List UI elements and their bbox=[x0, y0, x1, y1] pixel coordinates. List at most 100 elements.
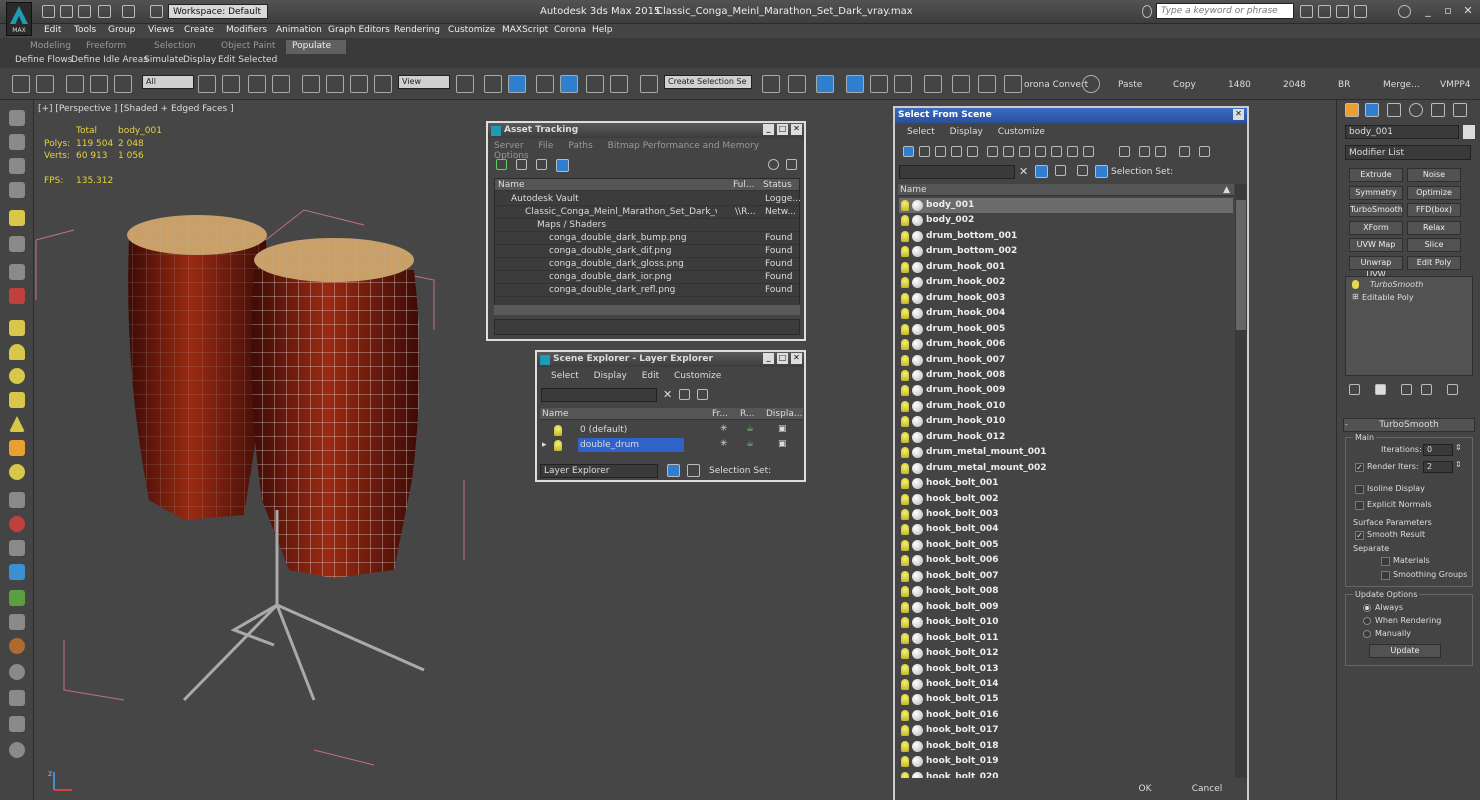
display-icon[interactable] bbox=[9, 664, 25, 680]
corona-convert-button[interactable]: orona Convert bbox=[1024, 80, 1088, 90]
scrollbar-thumb[interactable] bbox=[1236, 200, 1246, 330]
find-icon[interactable] bbox=[679, 389, 690, 400]
help-icon[interactable] bbox=[9, 742, 25, 758]
refresh-icon[interactable] bbox=[496, 159, 507, 170]
ribbon-tab-freeform[interactable]: Freeform bbox=[80, 40, 132, 54]
render-iters-checkbox[interactable]: ✓ bbox=[1355, 463, 1364, 472]
copy-button[interactable]: Copy bbox=[1173, 80, 1196, 90]
merge-button[interactable]: Merge... bbox=[1383, 80, 1420, 90]
material-icon[interactable] bbox=[9, 638, 25, 654]
object-name-field[interactable]: body_001 bbox=[1345, 125, 1459, 139]
workspace-dropdown[interactable]: Workspace: Default bbox=[168, 4, 268, 19]
update-when-rendering-radio[interactable] bbox=[1363, 617, 1371, 625]
simulate-button[interactable]: Simulate bbox=[142, 55, 186, 67]
menu-rendering[interactable]: Rendering bbox=[394, 25, 440, 35]
spinner-arrows-icon[interactable]: ⇕ bbox=[1455, 443, 1462, 452]
vault-icon[interactable] bbox=[786, 159, 797, 170]
search-input[interactable]: Type a keyword or phrase bbox=[1156, 3, 1294, 19]
dome-primitive-icon[interactable] bbox=[9, 344, 25, 360]
favorites-icon[interactable] bbox=[1354, 5, 1367, 18]
object-list-item[interactable]: drum_hook_008 bbox=[899, 368, 1233, 383]
hidden-filter-icon[interactable] bbox=[1083, 146, 1094, 157]
menu-modifiers[interactable]: Modifiers bbox=[226, 25, 267, 35]
edit-selected-button[interactable]: Edit Selected bbox=[216, 55, 279, 67]
menu-corona[interactable]: Corona bbox=[554, 25, 586, 35]
asset-browser-icon[interactable] bbox=[9, 182, 25, 198]
table-view-icon[interactable] bbox=[556, 159, 569, 172]
menu-server[interactable]: Server bbox=[494, 141, 524, 151]
sync-selection-icon[interactable] bbox=[1179, 146, 1190, 157]
window-crossing-icon[interactable] bbox=[272, 75, 290, 93]
selection-filter-dropdown[interactable]: All bbox=[142, 75, 194, 89]
undo-icon[interactable] bbox=[12, 75, 30, 93]
expand-icon[interactable] bbox=[1142, 5, 1152, 18]
stack-item-turbosmooth[interactable]: TurboSmooth bbox=[1370, 280, 1423, 289]
object-color-swatch[interactable] bbox=[1463, 125, 1475, 139]
snaps-toggle-icon[interactable] bbox=[536, 75, 554, 93]
render-icon[interactable] bbox=[9, 288, 25, 304]
lights-filter-icon[interactable] bbox=[935, 146, 946, 157]
asset-row[interactable]: conga_double_dark_gloss.png Found bbox=[495, 258, 799, 271]
modifier-button[interactable]: Slice bbox=[1407, 238, 1461, 253]
link-icon[interactable] bbox=[66, 75, 84, 93]
toggle-ribbon-icon[interactable] bbox=[846, 75, 864, 93]
col-render[interactable]: R... bbox=[740, 409, 755, 419]
make-unique-icon[interactable] bbox=[1401, 384, 1412, 395]
scene-explorer-search[interactable] bbox=[541, 388, 657, 402]
render-teapot-icon[interactable]: ☕ bbox=[746, 439, 754, 449]
configure-sets-icon[interactable] bbox=[1447, 384, 1458, 395]
object-list-item[interactable]: hook_bolt_012 bbox=[899, 646, 1233, 661]
horizontal-scrollbar[interactable] bbox=[494, 305, 800, 315]
modifier-list-dropdown[interactable]: Modifier List bbox=[1345, 145, 1471, 160]
bind-space-warp-icon[interactable] bbox=[114, 75, 132, 93]
hierarchy-tab-icon[interactable] bbox=[1387, 103, 1401, 117]
edit-named-selection-icon[interactable] bbox=[640, 75, 658, 93]
undo-icon[interactable] bbox=[98, 5, 111, 18]
object-list-item[interactable]: drum_hook_010 bbox=[899, 414, 1233, 429]
object-list-item[interactable]: body_002 bbox=[899, 213, 1233, 228]
new-file-icon[interactable] bbox=[42, 5, 55, 18]
col-display[interactable]: Displa... bbox=[766, 409, 802, 419]
bone-icon[interactable] bbox=[9, 516, 25, 532]
object-list-item[interactable]: body_001 bbox=[899, 198, 1233, 213]
resolution-1480-button[interactable]: 1480 bbox=[1228, 80, 1251, 90]
menu-edit[interactable]: Edit bbox=[642, 371, 659, 381]
open-file-icon[interactable] bbox=[60, 5, 73, 18]
object-list-item[interactable]: drum_hook_007 bbox=[899, 353, 1233, 368]
maxscript-icon[interactable] bbox=[9, 716, 25, 732]
maximize-button[interactable]: ▫ bbox=[1440, 4, 1456, 18]
app-menu-button[interactable]: MAX bbox=[6, 2, 32, 36]
filter-options-icon[interactable] bbox=[1199, 146, 1210, 157]
sun-light-icon[interactable] bbox=[9, 440, 25, 456]
menu-group[interactable]: Group bbox=[108, 25, 135, 35]
motion-tab-icon[interactable] bbox=[1409, 103, 1423, 117]
menu-file[interactable]: File bbox=[538, 141, 553, 151]
foliage-icon[interactable] bbox=[9, 590, 25, 606]
col-name[interactable]: Name bbox=[542, 409, 569, 419]
object-list-item[interactable]: hook_bolt_015 bbox=[899, 692, 1233, 707]
display-button[interactable]: Display bbox=[181, 55, 218, 67]
col-frozen[interactable]: Fr... bbox=[712, 409, 728, 419]
menu-views[interactable]: Views bbox=[148, 25, 174, 35]
explorer-type-dropdown[interactable]: Layer Explorer bbox=[540, 464, 658, 478]
menu-customize[interactable]: Customize bbox=[448, 25, 495, 35]
update-always-radio[interactable] bbox=[1363, 604, 1371, 612]
close-button[interactable]: ✕ bbox=[1233, 109, 1244, 120]
define-idle-areas-button[interactable]: Define Idle Areas bbox=[69, 55, 150, 67]
render-production-icon[interactable] bbox=[1004, 75, 1022, 93]
layer-manager-icon[interactable] bbox=[9, 134, 25, 150]
utilities-tab-icon[interactable] bbox=[1453, 103, 1467, 117]
collapse-minus-icon[interactable]: - bbox=[1345, 420, 1348, 429]
object-list-item[interactable]: drum_hook_005 bbox=[899, 322, 1233, 337]
select-from-scene-titlebar[interactable]: Select From Scene ✕ bbox=[895, 108, 1247, 123]
separate-smoothing-groups-checkbox[interactable] bbox=[1381, 571, 1390, 580]
communication-center-icon[interactable] bbox=[1318, 5, 1331, 18]
object-list-item[interactable]: hook_bolt_014 bbox=[899, 677, 1233, 692]
expand-arrow-icon[interactable]: ▸ bbox=[542, 440, 547, 450]
layer-row[interactable]: ▸ double_drum ✳ ☕ ▣ bbox=[540, 438, 803, 453]
rotate-tool-icon[interactable] bbox=[9, 264, 25, 280]
maximize-button[interactable]: □ bbox=[777, 353, 788, 364]
asset-row[interactable]: conga_double_dark_ior.png Found bbox=[495, 271, 799, 284]
modifier-button[interactable]: Relax bbox=[1407, 220, 1461, 235]
material-editor-icon[interactable] bbox=[924, 75, 942, 93]
